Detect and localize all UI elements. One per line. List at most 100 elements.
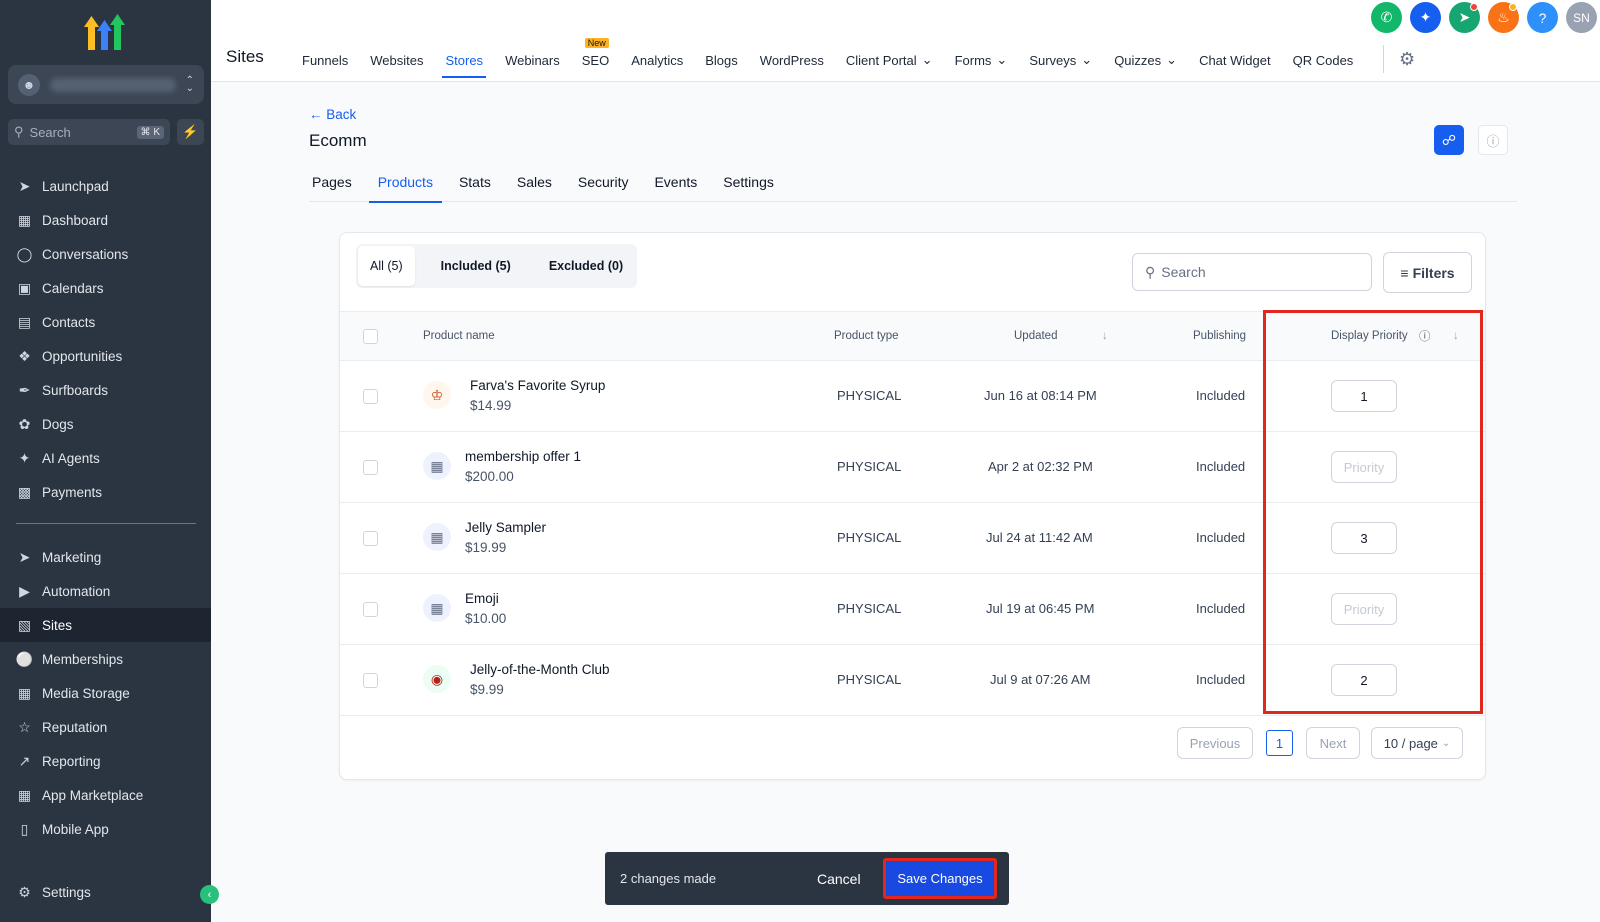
cancel-button[interactable]: Cancel <box>817 871 861 887</box>
table-row[interactable]: ▦ Emoji $10.00 PHYSICAL Jul 19 at 06:45 … <box>340 574 1485 645</box>
tab-wordpress[interactable]: WordPress <box>749 40 835 80</box>
back-link[interactable]: ← Back <box>309 107 356 122</box>
tab-quizzes[interactable]: Quizzes ⌄ <box>1103 40 1188 80</box>
megaphone-icon[interactable]: ➤ <box>1449 2 1480 33</box>
search-input[interactable]: ⚲ Search <box>1132 253 1372 291</box>
sidebar-item-payments[interactable]: ▩ Payments <box>0 475 211 509</box>
previous-page-button[interactable]: Previous <box>1177 727 1253 759</box>
tab-stats[interactable]: Stats <box>446 162 504 202</box>
page-number-button[interactable]: 1 <box>1266 730 1293 756</box>
sidebar-item-media-storage[interactable]: ▦ Media Storage <box>0 676 211 710</box>
product-name[interactable]: membership offer 1 <box>465 449 581 464</box>
product-name[interactable]: Emoji <box>465 591 499 606</box>
sparkle-icon[interactable]: ✦ <box>1410 2 1441 33</box>
sidebar-item-calendars[interactable]: ▣ Calendars <box>0 271 211 305</box>
sidebar-item-dashboard[interactable]: ▦ Dashboard <box>0 203 211 237</box>
sidebar-item-opportunities[interactable]: ❖ Opportunities <box>0 339 211 373</box>
info-icon[interactable]: ⓘ <box>1478 125 1508 155</box>
help-icon[interactable]: ? <box>1527 2 1558 33</box>
sidebar-item-reporting[interactable]: ↗ Reporting <box>0 744 211 778</box>
sidebar-item-surfboards[interactable]: ✒ Surfboards <box>0 373 211 407</box>
row-checkbox[interactable] <box>363 531 378 546</box>
page-size-select[interactable]: 10 / page ⌄ <box>1371 727 1463 759</box>
tab-qr-codes[interactable]: QR Codes <box>1282 40 1365 80</box>
priority-input[interactable] <box>1331 664 1397 696</box>
brand-logo[interactable] <box>84 12 126 52</box>
save-changes-button[interactable]: Save Changes <box>883 858 997 899</box>
row-checkbox[interactable] <box>363 673 378 688</box>
sort-arrow-icon[interactable]: ↓ <box>1453 330 1459 342</box>
account-name-blurred <box>50 77 176 92</box>
sidebar-item-settings[interactable]: ⚙ Settings <box>0 875 211 909</box>
product-name[interactable]: Jelly Sampler <box>465 520 546 535</box>
sidebar-item-ai-agents[interactable]: ✦ AI Agents <box>0 441 211 475</box>
tab-websites[interactable]: Websites <box>359 40 434 80</box>
tab-analytics[interactable]: Analytics <box>620 40 694 80</box>
tab-client-portal[interactable]: Client Portal ⌄ <box>835 40 944 80</box>
tab-blogs[interactable]: Blogs <box>694 40 749 80</box>
account-switcher[interactable]: ☻ ⌃ ⌄ <box>8 65 204 104</box>
tab-settings[interactable]: Settings <box>710 162 787 202</box>
segment-included[interactable]: Included (5) <box>429 246 523 286</box>
tab-label: QR Codes <box>1292 52 1354 68</box>
tab-pages[interactable]: Pages <box>309 162 365 202</box>
tab-security[interactable]: Security <box>565 162 642 202</box>
priority-input[interactable] <box>1331 593 1397 625</box>
segment-all[interactable]: All (5) <box>358 246 415 286</box>
avatar[interactable]: SN <box>1566 2 1597 33</box>
segment-excluded[interactable]: Excluded (0) <box>537 246 635 286</box>
priority-input[interactable] <box>1331 522 1397 554</box>
table-row[interactable]: ▦ Jelly Sampler $19.99 PHYSICAL Jul 24 a… <box>340 503 1485 574</box>
share-icon[interactable]: ☍ <box>1434 125 1464 155</box>
next-page-button[interactable]: Next <box>1306 727 1360 759</box>
sort-arrow-icon[interactable]: ↓ <box>1102 330 1108 342</box>
sidebar-item-marketing[interactable]: ➤ Marketing <box>0 540 211 574</box>
tab-stores[interactable]: Stores <box>434 40 494 80</box>
sidebar-item-conversations[interactable]: ◯ Conversations <box>0 237 211 271</box>
phone-icon[interactable]: ✆ <box>1371 2 1402 33</box>
product-type: PHYSICAL <box>837 530 902 545</box>
grid-icon: ▦ <box>17 211 32 228</box>
sidebar-item-mobile-app[interactable]: ▯ Mobile App <box>0 812 211 846</box>
publishing-status: Included <box>1196 601 1246 616</box>
bell-icon[interactable]: ♨ <box>1488 2 1519 33</box>
row-checkbox[interactable] <box>363 389 378 404</box>
tab-webinars[interactable]: Webinars <box>494 40 571 80</box>
sidebar-item-reputation[interactable]: ☆ Reputation <box>0 710 211 744</box>
sidebar-item-dogs[interactable]: ✿ Dogs <box>0 407 211 441</box>
sidebar-search[interactable]: ⚲ Search ⌘ K <box>8 119 170 145</box>
product-name[interactable]: Farva's Favorite Syrup <box>470 378 605 393</box>
product-type: PHYSICAL <box>837 459 902 474</box>
tab-seo[interactable]: New SEO <box>571 38 620 80</box>
priority-input[interactable] <box>1331 451 1397 483</box>
sidebar-item-contacts[interactable]: ▤ Contacts <box>0 305 211 339</box>
tab-chat-widget[interactable]: Chat Widget <box>1188 40 1282 80</box>
sidebar-item-launchpad[interactable]: ➤ Launchpad <box>0 169 211 203</box>
info-icon[interactable]: ⓘ <box>1419 328 1431 344</box>
gear-icon[interactable]: ⚙ <box>1399 49 1415 70</box>
row-checkbox[interactable] <box>363 602 378 617</box>
table-row[interactable]: ▦ membership offer 1 $200.00 PHYSICAL Ap… <box>340 432 1485 503</box>
filters-button[interactable]: ≡ Filters <box>1383 252 1472 293</box>
tab-surveys[interactable]: Surveys ⌄ <box>1018 40 1103 80</box>
select-all-checkbox[interactable] <box>363 329 378 344</box>
sidebar-item-sites[interactable]: ▧ Sites <box>0 608 211 642</box>
tab-products[interactable]: Products <box>365 162 446 203</box>
tab-sales[interactable]: Sales <box>504 162 565 202</box>
column-display-priority[interactable]: Display Priority <box>1331 330 1408 342</box>
sidebar-item-automation[interactable]: ▶ Automation <box>0 574 211 608</box>
collapse-sidebar-chevron-icon[interactable]: ‹ <box>200 885 219 904</box>
table-row[interactable]: ♔ Farva's Favorite Syrup $14.99 PHYSICAL… <box>340 361 1485 432</box>
table-row[interactable]: ◉ Jelly-of-the-Month Club $9.99 PHYSICAL… <box>340 645 1485 716</box>
back-label: Back <box>326 107 357 122</box>
column-updated[interactable]: Updated <box>1014 330 1057 342</box>
tab-funnels[interactable]: Funnels <box>291 40 359 80</box>
tab-forms[interactable]: Forms ⌄ <box>944 40 1019 80</box>
sidebar-item-memberships[interactable]: ⚪ Memberships <box>0 642 211 676</box>
tab-events[interactable]: Events <box>641 162 710 202</box>
priority-input[interactable] <box>1331 380 1397 412</box>
product-name[interactable]: Jelly-of-the-Month Club <box>470 662 610 677</box>
sidebar-item-app-marketplace[interactable]: ▦ App Marketplace <box>0 778 211 812</box>
quick-action-bolt-icon[interactable]: ⚡ <box>177 119 204 145</box>
row-checkbox[interactable] <box>363 460 378 475</box>
